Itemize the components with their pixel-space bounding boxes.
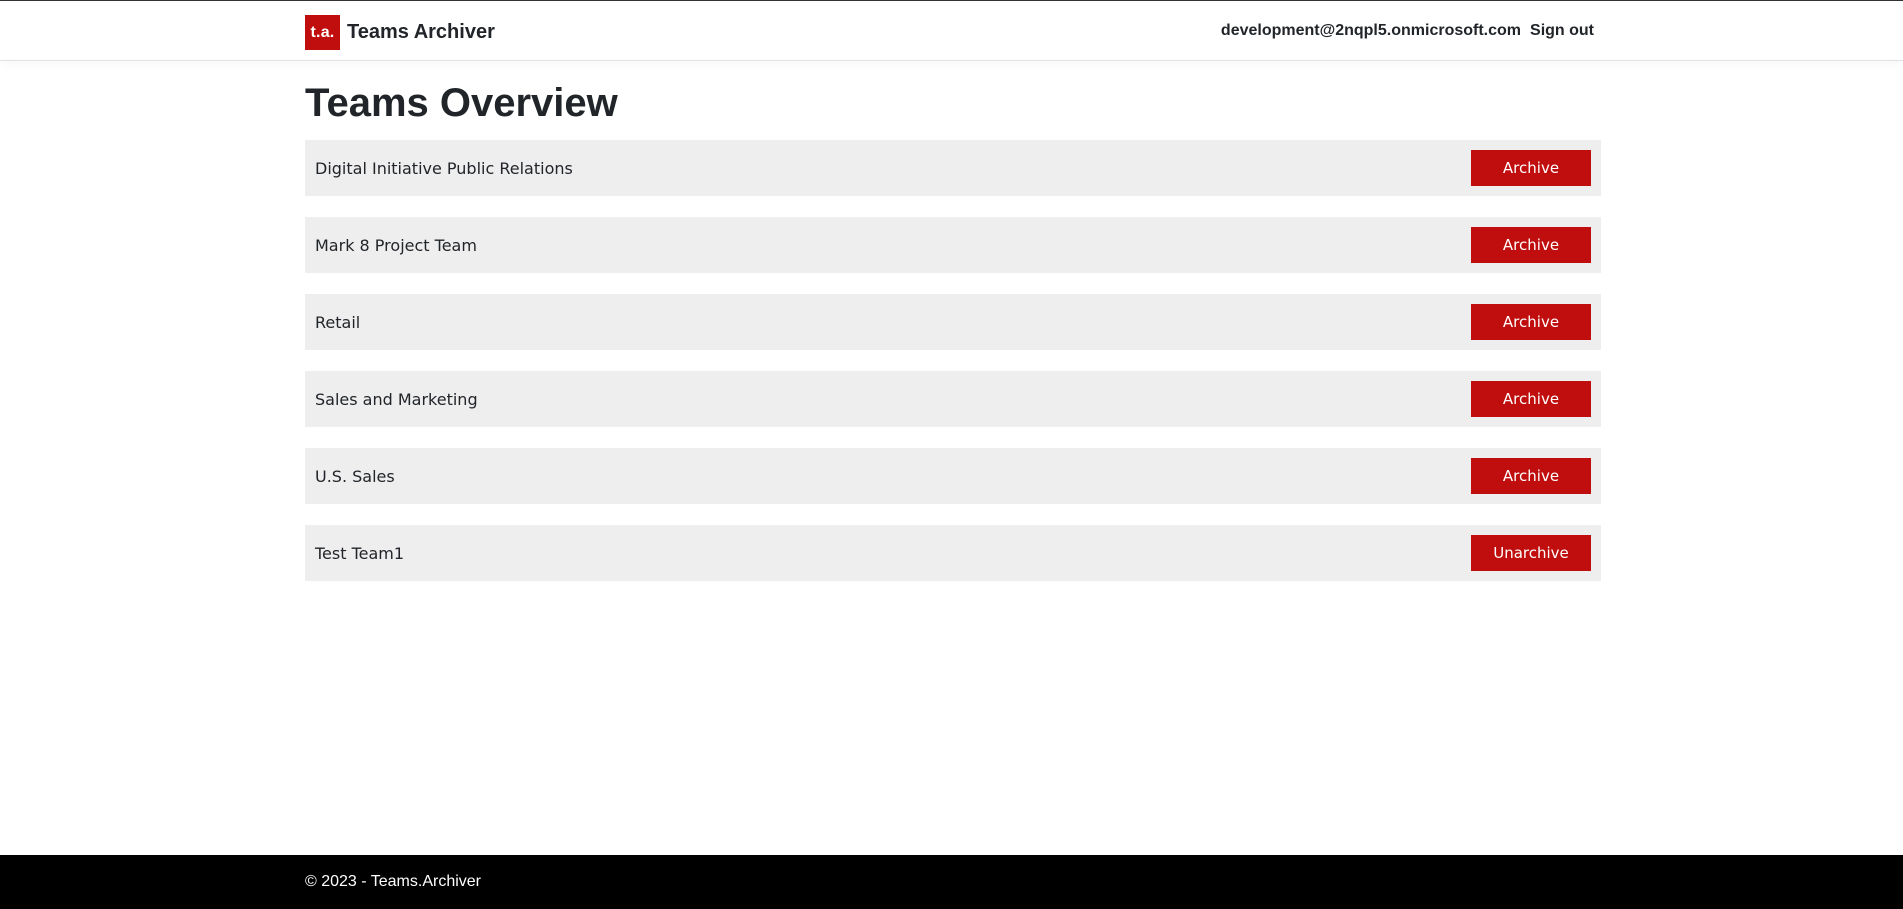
team-row: Test Team1 Unarchive [305,525,1601,581]
page-title: Teams Overview [305,81,618,125]
team-row: U.S. Sales Archive [305,448,1601,504]
team-name: Digital Initiative Public Relations [315,158,573,178]
team-row: Digital Initiative Public Relations Arch… [305,140,1601,196]
sign-out-link[interactable]: Sign out [1530,22,1594,40]
page-footer: © 2023 - Teams.Archiver [0,855,1903,909]
archive-button[interactable]: Archive [1471,304,1591,340]
team-name: Sales and Marketing [315,389,478,409]
team-name: Retail [315,312,361,332]
team-name: U.S. Sales [315,466,395,486]
brand-link[interactable]: t.a. Teams Archiver [305,15,495,50]
archive-button[interactable]: Archive [1471,227,1591,263]
team-row: Retail Archive [305,294,1601,350]
archive-button[interactable]: Archive [1471,150,1591,186]
app-logo: t.a. [305,15,340,50]
archive-button[interactable]: Archive [1471,458,1591,494]
team-row: Mark 8 Project Team Archive [305,217,1601,273]
app-name: Teams Archiver [347,21,495,43]
top-navbar: t.a. Teams Archiver development@2nqpl5.o… [0,0,1903,61]
user-email: development@2nqpl5.onmicrosoft.com [1220,22,1522,39]
account-area: development@2nqpl5.onmicrosoft.com Sign … [1221,22,1594,40]
archive-button[interactable]: Archive [1471,381,1591,417]
team-list: Digital Initiative Public Relations Arch… [305,140,1601,602]
unarchive-button[interactable]: Unarchive [1471,535,1591,571]
team-row: Sales and Marketing Archive [305,371,1601,427]
team-name: Test Team1 [315,543,405,563]
team-name: Mark 8 Project Team [315,235,477,255]
footer-copyright: © 2023 - Teams.Archiver [305,873,482,890]
